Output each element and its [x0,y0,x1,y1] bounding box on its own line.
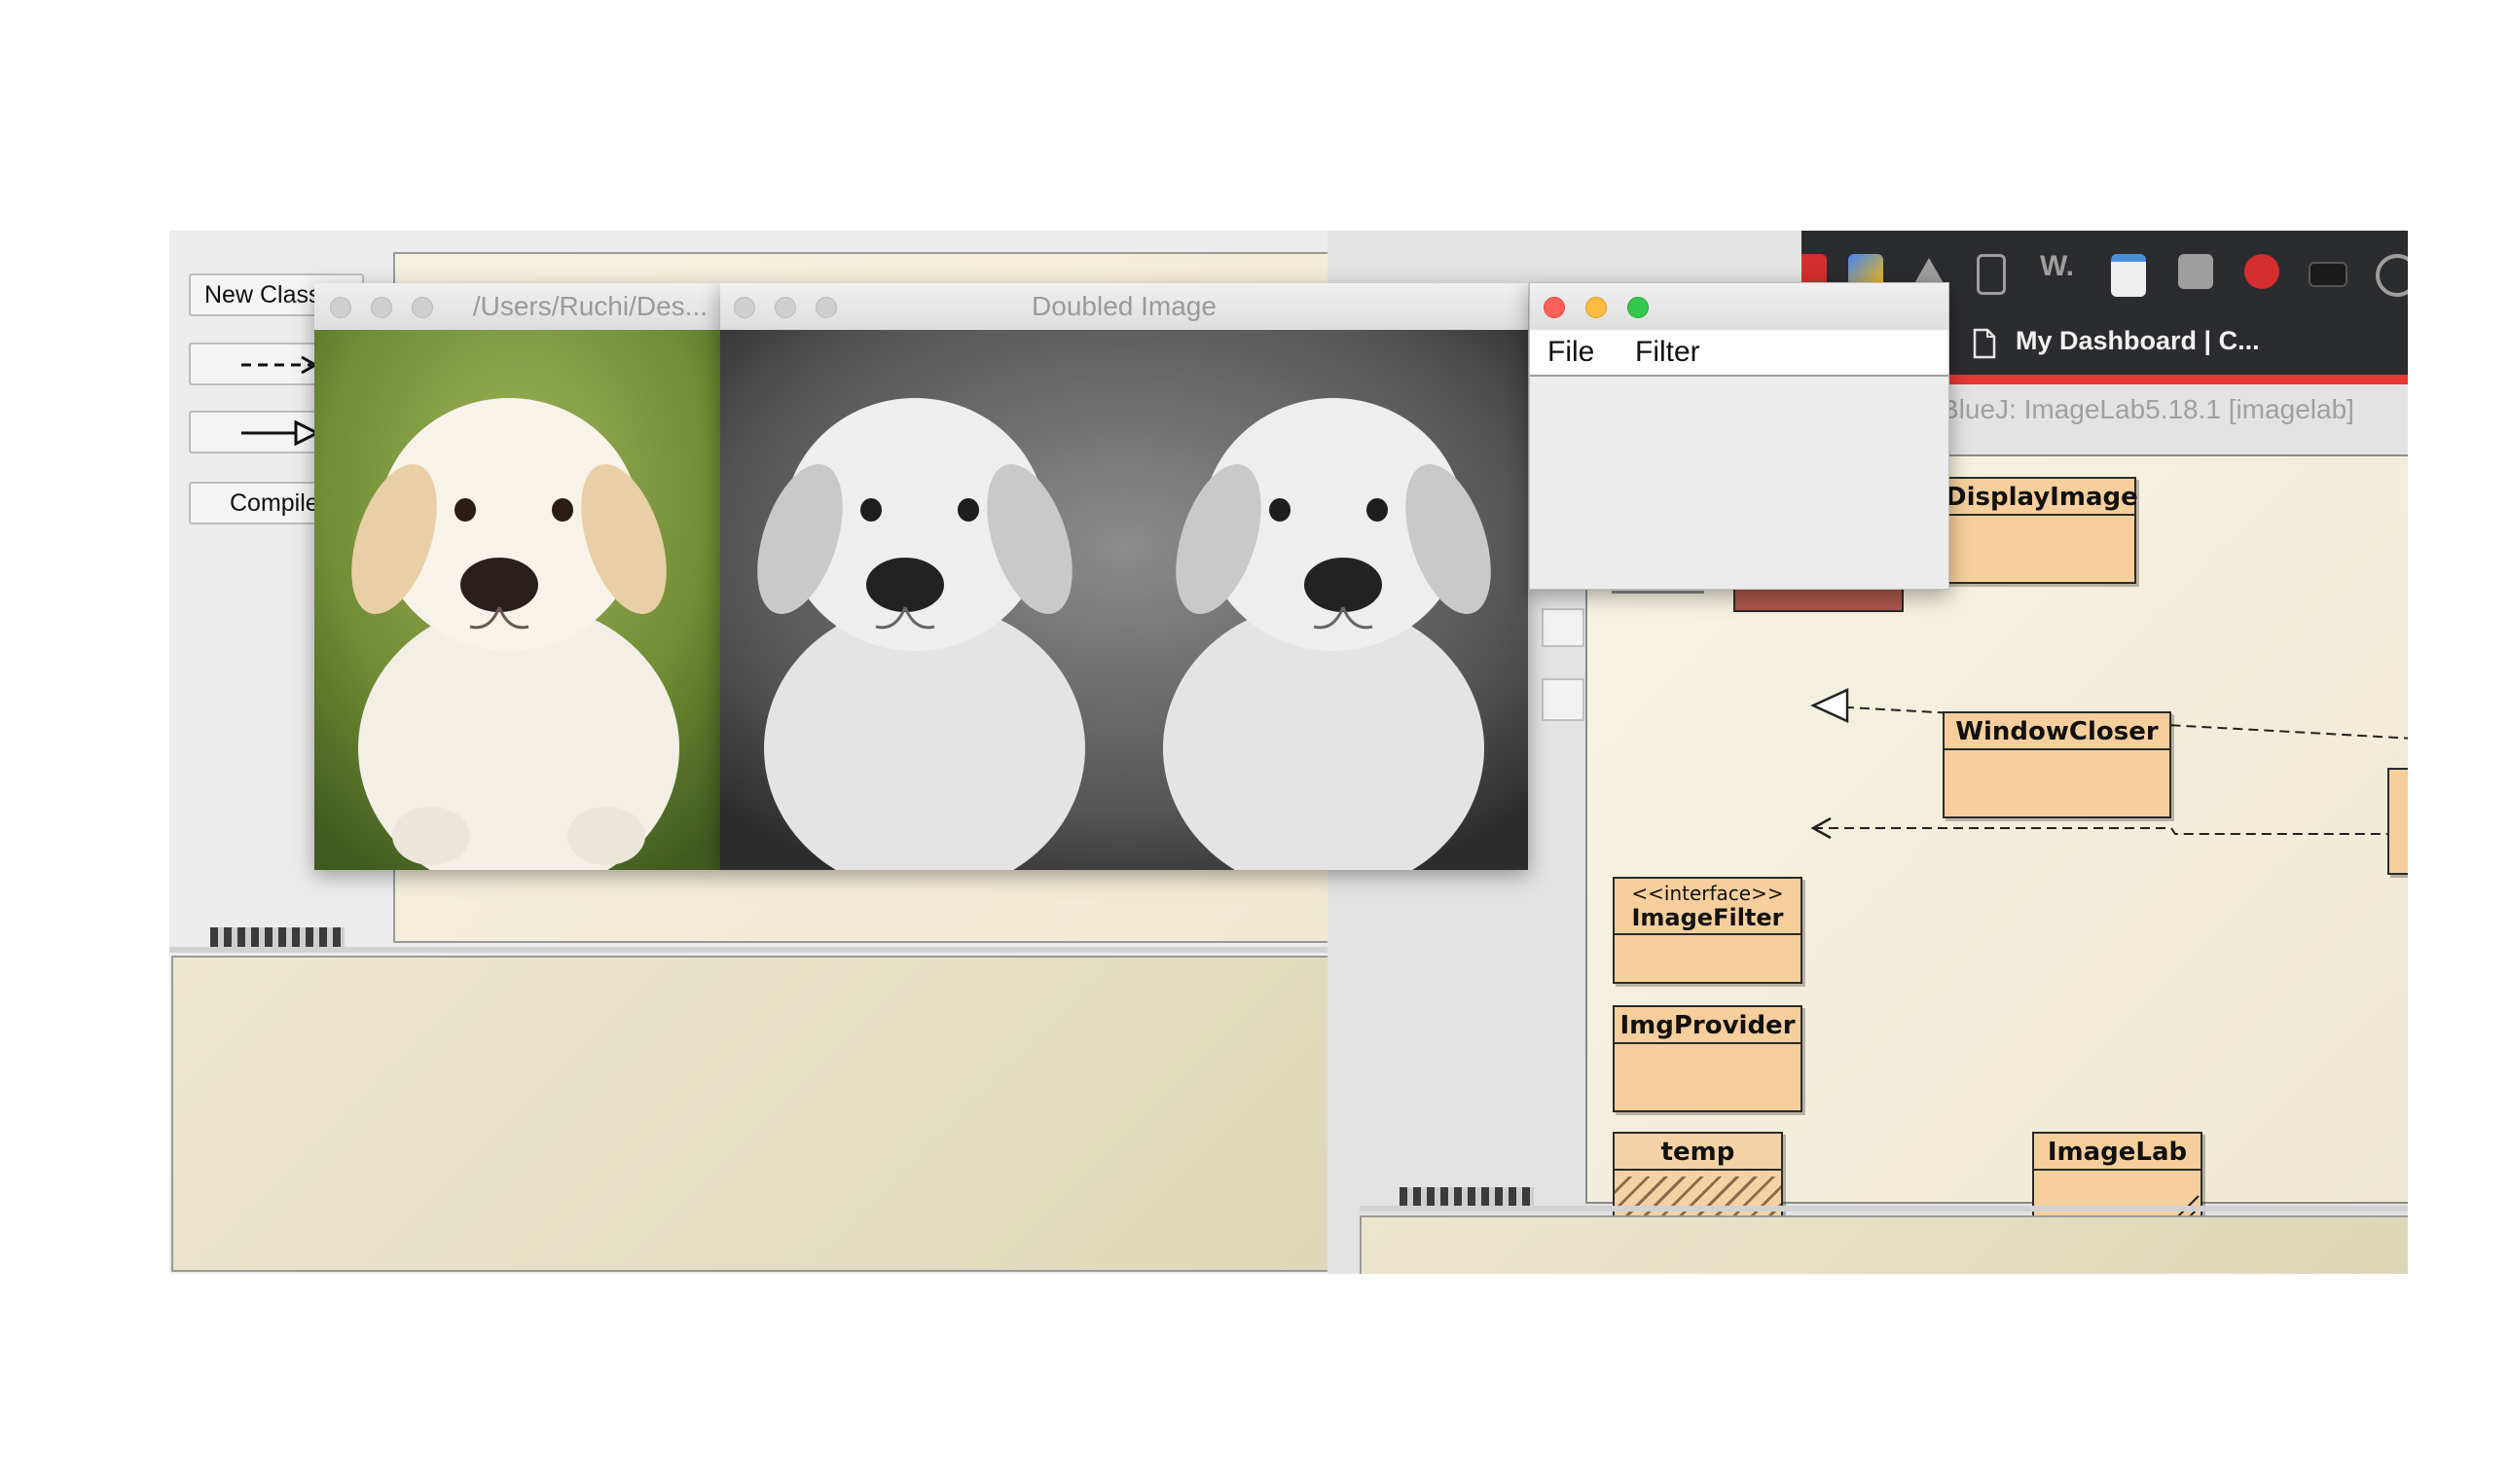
hand-extension-icon[interactable] [2178,254,2213,289]
class-box-imagefilter[interactable]: <<interface>> ImageFilter [1613,877,1802,984]
window-titlebar[interactable]: Doubled Image [720,283,1528,331]
window-title: BlueJ: ImageLab5.18.1 [imagelab] [1941,394,2354,424]
close-button[interactable] [330,297,351,318]
minimize-button[interactable] [775,297,796,318]
doubled-image-window: Doubled Image [720,283,1528,870]
menu-filter[interactable]: Filter [1635,336,1700,369]
window-icon[interactable] [2111,254,2146,297]
close-button[interactable] [734,297,755,318]
imagelab-menu-window: File Filter [1529,282,1949,590]
class-box-partial-edge [1612,591,1704,594]
code-pad[interactable] [1360,1215,2408,1274]
zoom-button[interactable] [412,297,433,318]
class-name: ImgProvider [1615,1007,1801,1044]
puppy-color-image [314,330,721,870]
toolbar-button-stub[interactable] [1542,678,1584,721]
w-extension-icon[interactable]: W. [2040,250,2074,283]
phone-icon[interactable] [1977,254,2006,295]
close-button[interactable] [1544,297,1565,318]
original-image-window: /Users/Ruchi/Des... [314,283,721,870]
class-name: DisplayImage [1944,479,2138,516]
code-pad[interactable] [171,956,1339,1272]
class-name: <<interface>> ImageFilter [1615,879,1801,935]
vm-activity-indicator [210,927,345,949]
split-divider[interactable] [1360,1206,2408,1212]
stop-hand-icon[interactable] [2244,254,2279,289]
class-name: ImageLab [2034,1134,2201,1171]
minimize-button[interactable] [1585,297,1607,318]
tab-title: My Dashboard | C... [2016,326,2260,355]
eye-icon[interactable] [2376,254,2408,297]
terminal-icon[interactable] [2309,262,2347,287]
class-box-partial-right[interactable] [2387,768,2408,875]
minimize-button[interactable] [371,297,392,318]
window-title: Doubled Image [1032,291,1217,321]
class-box-windowcloser[interactable]: WindowCloser [1943,711,2171,818]
window-title: /Users/Ruchi/Des... [472,291,708,321]
class-name-text: ImageFilter [1631,904,1784,931]
interface-stereotype: <<interface>> [1631,882,1784,905]
class-name: temp [1615,1134,1781,1171]
menu-file[interactable]: File [1547,336,1594,369]
toolbar-button-stub[interactable] [1542,608,1584,647]
class-name: WindowCloser [1945,713,2169,750]
doubled-grayscale-image [720,330,1528,870]
zoom-button[interactable] [1627,297,1649,318]
class-box-imgprovider[interactable]: ImgProvider [1613,1005,1802,1112]
class-box-displayimage[interactable]: DisplayImage [1942,477,2138,584]
document-icon [1973,328,1996,359]
zoom-button[interactable] [816,297,837,318]
